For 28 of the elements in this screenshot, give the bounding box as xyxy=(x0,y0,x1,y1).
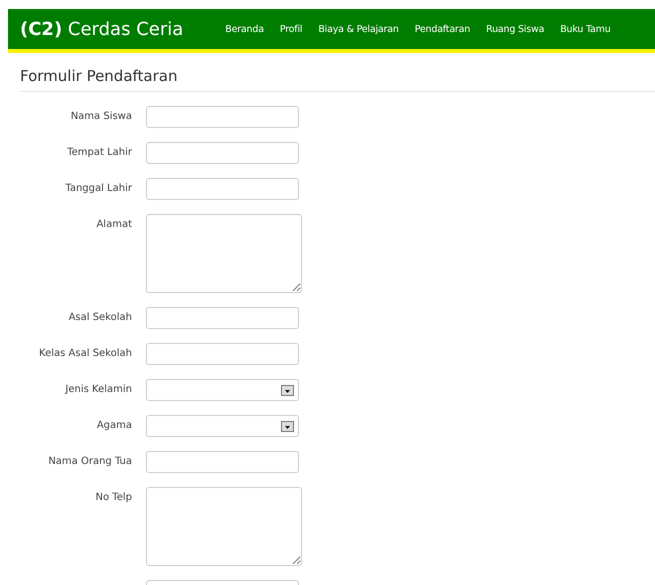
nav-link[interactable]: Buku Tamu xyxy=(552,24,619,34)
field-label: No Telp xyxy=(94,491,132,503)
text-area[interactable] xyxy=(146,487,302,566)
text-field[interactable] xyxy=(146,343,299,365)
dropdown-field[interactable] xyxy=(146,415,299,437)
nav-link[interactable]: Biaya & Pelajaran xyxy=(310,24,407,34)
site-logo[interactable]: (C2) Cerdas Ceria xyxy=(20,18,184,40)
nav-link[interactable]: Beranda xyxy=(217,24,272,34)
nav-link[interactable]: Pendaftaran xyxy=(406,24,478,34)
text-area[interactable] xyxy=(146,214,302,293)
field-label: Agama xyxy=(96,419,132,431)
field-label: Tempat Lahir xyxy=(66,146,132,158)
text-field[interactable] xyxy=(146,142,299,164)
text-field[interactable] xyxy=(146,178,299,200)
text-field[interactable] xyxy=(146,451,299,473)
field-label: Tanggal Lahir xyxy=(64,182,132,194)
field-label: Asal Sekolah xyxy=(68,311,132,323)
field-label: Nama Orang Tua xyxy=(47,455,132,467)
field-label: Kelas Asal Sekolah xyxy=(38,347,132,359)
nav-link[interactable]: Ruang Siswa xyxy=(478,24,552,34)
form-title: Formulir Pendaftaran xyxy=(20,67,655,92)
field-label: Nama Siswa xyxy=(70,110,132,122)
text-field[interactable] xyxy=(146,307,299,329)
text-field[interactable] xyxy=(146,106,299,128)
nav-link[interactable]: Profil xyxy=(272,24,310,34)
dropdown-field[interactable] xyxy=(146,379,299,401)
field-label: Alamat xyxy=(95,218,132,230)
field-label: Jenis Kelamin xyxy=(64,383,132,395)
